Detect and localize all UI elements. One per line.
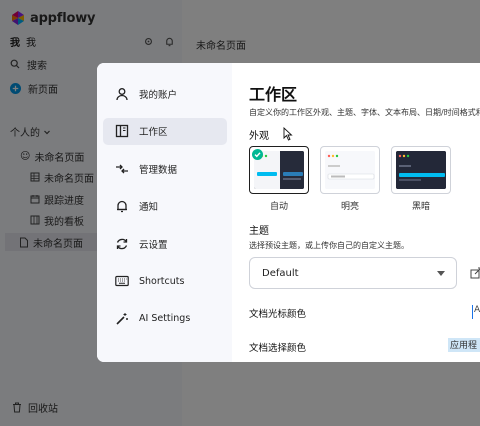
nav-label: 通知 bbox=[139, 202, 159, 213]
sync-icon bbox=[116, 238, 128, 249]
nav-item-ai-settings[interactable]: AI Settings bbox=[103, 305, 227, 332]
upload-theme-icon[interactable] bbox=[470, 267, 480, 279]
settings-dialog: 我的账户 工作区 管理数据 通知 云设置 Shortcuts AI Settin… bbox=[97, 63, 480, 362]
theme-card-light[interactable] bbox=[320, 146, 380, 194]
workspace-icon bbox=[115, 124, 129, 138]
theme-card-dark[interactable] bbox=[391, 146, 451, 194]
bell-icon bbox=[117, 200, 127, 213]
nav-label: 工作区 bbox=[139, 127, 168, 138]
theme-select[interactable]: Default bbox=[249, 257, 457, 289]
nav-label: 我的账户 bbox=[139, 89, 178, 101]
selection-color-swatch[interactable]: 应用程 bbox=[448, 338, 480, 352]
theme-preview-graphic bbox=[325, 151, 375, 189]
nav-label: 管理数据 bbox=[139, 164, 178, 176]
theme-label-dark: 黑暗 bbox=[411, 202, 430, 212]
appearance-label: 外观 bbox=[249, 131, 269, 142]
workspace-title: 工作区 bbox=[249, 85, 298, 104]
caret-down-icon bbox=[437, 271, 445, 276]
mouse-pointer-icon bbox=[283, 127, 293, 141]
nav-item-cloud[interactable]: 云设置 bbox=[103, 230, 227, 257]
nav-item-shortcuts[interactable]: Shortcuts bbox=[103, 268, 227, 295]
theme-card-auto[interactable] bbox=[249, 146, 309, 194]
theme-preview-dark bbox=[396, 151, 446, 189]
user-icon bbox=[116, 87, 128, 100]
selected-check-icon bbox=[252, 149, 263, 160]
theme-section-description: 选择预设主题，或上传你自己的自定义主题。 bbox=[249, 241, 409, 250]
nav-label: AI Settings bbox=[139, 313, 191, 324]
theme-section-label: 主题 bbox=[249, 226, 269, 237]
workspace-settings-panel: 工作区 自定义你的工作区外观、主题、字体、文本布局、日期/时间格式和 外观 自动 bbox=[232, 63, 480, 362]
theme-preview-graphic bbox=[396, 151, 446, 189]
nav-item-manage-data[interactable]: 管理数据 bbox=[103, 155, 227, 182]
nav-label: 云设置 bbox=[139, 239, 168, 251]
keyboard-icon bbox=[115, 275, 129, 287]
theme-preview-light bbox=[325, 151, 375, 189]
nav-item-account[interactable]: 我的账户 bbox=[103, 80, 227, 107]
settings-nav: 我的账户 工作区 管理数据 通知 云设置 Shortcuts AI Settin… bbox=[97, 63, 232, 362]
cursor-color-label: 文档光标颜色 bbox=[249, 309, 307, 320]
workspace-description: 自定义你的工作区外观、主题、字体、文本布局、日期/时间格式和 bbox=[249, 108, 480, 117]
nav-item-notifications[interactable]: 通知 bbox=[103, 193, 227, 220]
cursor-color-swatch[interactable]: A bbox=[472, 305, 480, 319]
theme-label-auto: 自动 bbox=[269, 202, 288, 212]
data-arrows-icon bbox=[116, 164, 128, 173]
nav-label: Shortcuts bbox=[139, 275, 185, 287]
theme-select-value: Default bbox=[262, 267, 299, 279]
ai-wand-icon bbox=[116, 312, 128, 325]
theme-label-light: 明亮 bbox=[340, 202, 359, 212]
selection-color-label: 文档选择颜色 bbox=[249, 343, 307, 354]
nav-item-workspace[interactable]: 工作区 bbox=[103, 117, 227, 145]
